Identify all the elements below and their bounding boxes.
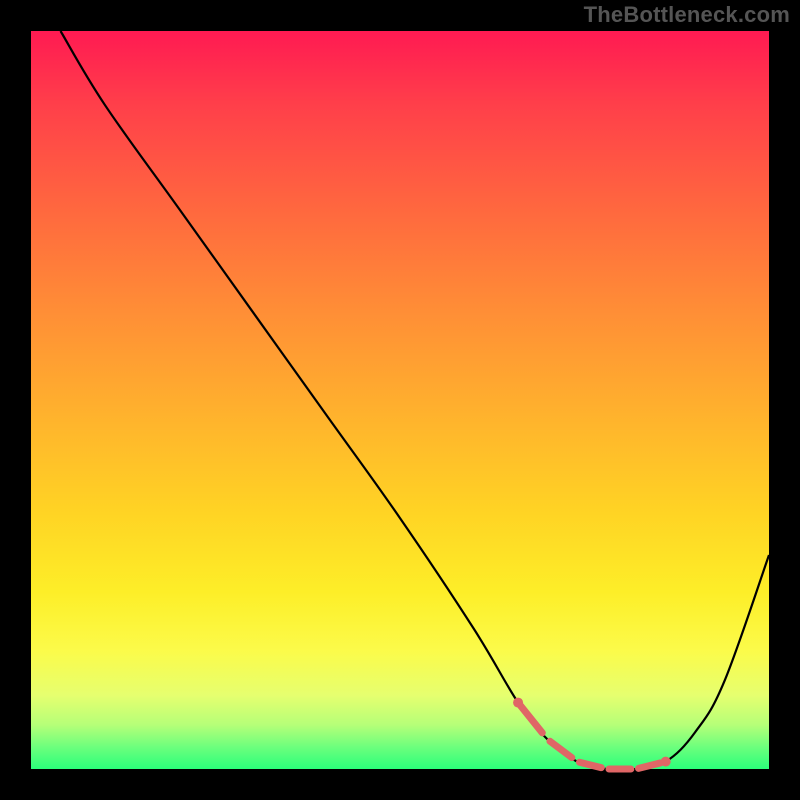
optimal-range-segment [579, 762, 601, 767]
optimal-range-segment [520, 706, 542, 733]
bottleneck-curve [61, 31, 769, 770]
watermark-text: TheBottleneck.com [584, 2, 790, 28]
optimal-range-segment [639, 763, 661, 768]
optimal-range-endpoint [513, 698, 523, 708]
plot-area [31, 31, 769, 769]
optimal-range-segment [550, 741, 572, 757]
optimal-range-endpoint [661, 757, 671, 767]
optimal-range-marker [513, 698, 671, 769]
chart-frame: TheBottleneck.com [0, 0, 800, 800]
chart-svg [31, 31, 769, 769]
